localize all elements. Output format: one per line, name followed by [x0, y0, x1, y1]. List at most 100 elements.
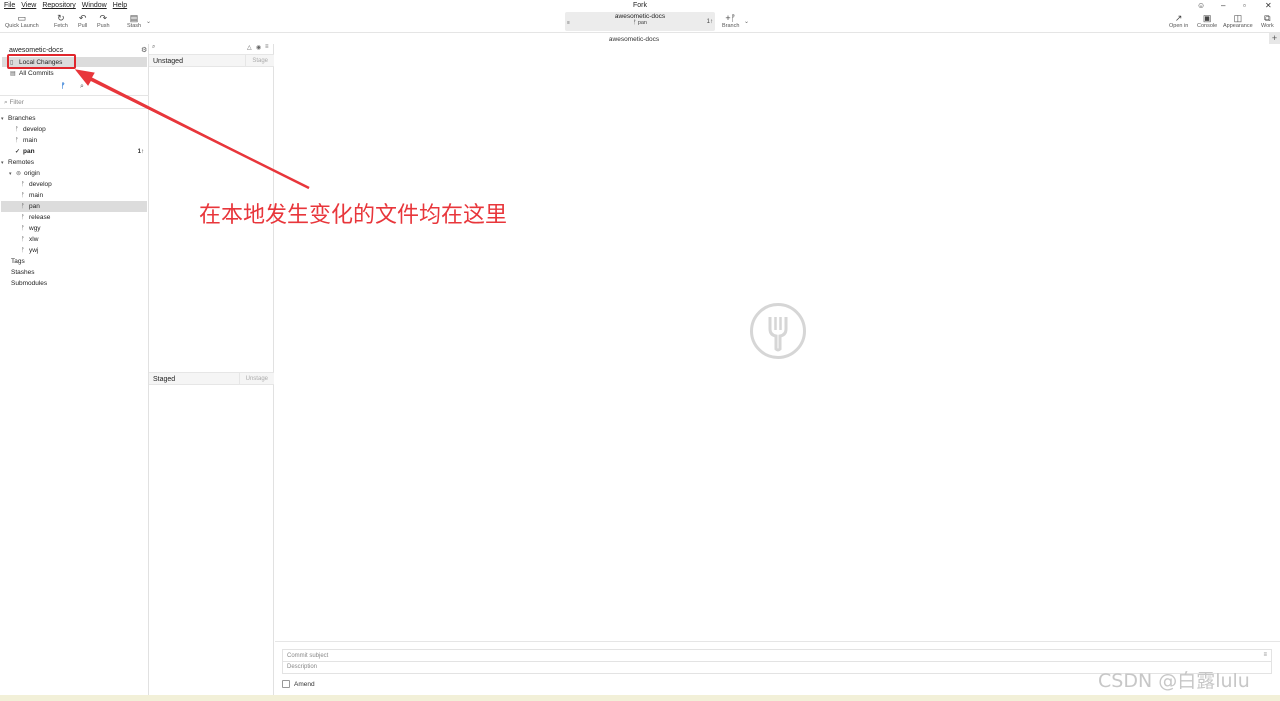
- branches-label: Branches: [8, 115, 36, 122]
- add-icon[interactable]: +: [1269, 33, 1280, 44]
- divider: [0, 95, 149, 96]
- push-icon: ↷: [99, 13, 108, 23]
- tree-remote-branch[interactable]: ᚡ pan: [1, 201, 147, 212]
- branch-icon: ᚡ: [15, 137, 19, 144]
- console-label: Console: [1197, 23, 1218, 29]
- pull-icon: ↶: [78, 13, 87, 23]
- tree-submodules-group[interactable]: Submodules: [1, 278, 147, 289]
- branch-icon: +ᚡ: [725, 13, 737, 23]
- stash-icon: ▤: [129, 13, 139, 23]
- staged-header: Staged Unstage: [149, 372, 274, 385]
- branch-icon: ᚡ: [21, 214, 25, 221]
- menu-window[interactable]: Window: [82, 2, 107, 9]
- sidebar-filter-input[interactable]: ⌕ Filter: [4, 99, 24, 107]
- work-button[interactable]: ⧉ Work: [1261, 13, 1274, 29]
- search-icon[interactable]: ⌕: [152, 44, 155, 51]
- menu-file[interactable]: File: [4, 2, 15, 9]
- remote-icon: ⊚: [16, 171, 22, 177]
- template-icon[interactable]: ≡: [1263, 652, 1267, 658]
- gear-icon[interactable]: ⚙: [141, 46, 147, 54]
- repository-selector[interactable]: ≡ awesometic-docs ᚡ pan 1↑: [565, 12, 715, 31]
- tree-branches-group[interactable]: ▾ Branches: [1, 113, 147, 124]
- unstage-button[interactable]: Unstage: [238, 373, 274, 384]
- open-in-button[interactable]: ↗ Open in: [1169, 13, 1188, 29]
- tree-remotes-group[interactable]: ▾ Remotes: [1, 157, 147, 168]
- branch-label: Branch: [722, 23, 740, 29]
- minimize-icon[interactable]: –: [1221, 1, 1225, 10]
- console-button[interactable]: ▣ Console: [1197, 13, 1217, 29]
- branch-button[interactable]: +ᚡ Branch: [722, 13, 739, 29]
- fork-logo-icon: [750, 303, 806, 359]
- toolbar: ▭ Quick Launch ↻ Fetch ↶ Pull ↷ Push ▤ S…: [0, 11, 1280, 33]
- remote-branch-name: ywj: [29, 247, 39, 254]
- checkmark-icon: ✓: [15, 149, 21, 155]
- menu-bar: File View Repository Window Help: [4, 2, 127, 9]
- ahead-badge: 1↑: [137, 148, 144, 155]
- search-tab-icon[interactable]: ⌕: [80, 83, 84, 91]
- tree-remote-branch[interactable]: ᚡ main: [1, 190, 147, 201]
- stash-dropdown-icon[interactable]: ⌄: [146, 18, 151, 25]
- commit-subject-input[interactable]: Commit subject ≡: [282, 649, 1272, 662]
- stashes-label: Stashes: [11, 269, 35, 276]
- sidebar-item-all-commits[interactable]: ▤ All Commits: [2, 68, 147, 78]
- fetch-label: Fetch: [54, 23, 68, 29]
- pull-button[interactable]: ↶ Pull: [78, 13, 87, 29]
- amend-label: Amend: [294, 680, 315, 688]
- remotes-label: Remotes: [8, 159, 35, 166]
- menu-view[interactable]: View: [21, 2, 36, 9]
- tree-remote-branch[interactable]: ᚡ develop: [1, 179, 147, 190]
- tree-branch-develop[interactable]: ᚡ develop: [1, 124, 147, 135]
- repo-list-icon: ≡: [567, 20, 570, 26]
- eye-icon[interactable]: ◉: [256, 44, 261, 51]
- remote-branch-name: release: [29, 214, 51, 221]
- tree-branch-pan[interactable]: ✓ pan 1↑: [1, 146, 147, 157]
- tree-tags-group[interactable]: Tags: [1, 256, 147, 267]
- branch-icon: ᚡ: [21, 203, 25, 210]
- menu-repository[interactable]: Repository: [42, 2, 75, 9]
- branch-name: main: [23, 137, 38, 144]
- remote-branch-name: wgy: [29, 225, 41, 232]
- branch-name: pan: [23, 148, 35, 155]
- quick-launch-button[interactable]: ▭ Quick Launch: [5, 13, 39, 29]
- divider: [0, 108, 149, 109]
- tree-branch-main[interactable]: ᚡ main: [1, 135, 147, 146]
- close-icon[interactable]: ✕: [1265, 1, 1272, 10]
- tree-remote-origin[interactable]: ▾ ⊚ origin: [1, 168, 147, 179]
- tree-remote-branch[interactable]: ᚡ xlw: [1, 234, 147, 245]
- app-title: Fork: [633, 2, 647, 9]
- menu-help[interactable]: Help: [113, 2, 127, 9]
- quick-launch-label: Quick Launch: [5, 23, 39, 29]
- tree-remote-branch[interactable]: ᚡ ywj: [1, 245, 147, 256]
- branch-icon: ᚡ: [21, 181, 25, 188]
- all-commits-label: All Commits: [19, 69, 54, 77]
- branches-tab-icon[interactable]: ᚡ: [61, 83, 65, 90]
- sort-icon[interactable]: △: [247, 44, 252, 51]
- stage-button[interactable]: Stage: [245, 55, 274, 66]
- list-view-icon[interactable]: ≡: [265, 44, 269, 50]
- description-placeholder: Description: [287, 664, 318, 670]
- checkbox-icon: [282, 680, 290, 688]
- tree-remote-branch[interactable]: ᚡ wgy: [1, 223, 147, 234]
- tags-label: Tags: [11, 258, 25, 265]
- amend-checkbox[interactable]: Amend: [282, 680, 315, 688]
- repo-name: awesometic-docs: [614, 13, 666, 20]
- restore-icon[interactable]: ▫: [1243, 1, 1246, 10]
- current-branch-label: ᚡ pan: [632, 20, 647, 26]
- account-icon[interactable]: ☺: [1197, 1, 1205, 10]
- tree-remote-branch[interactable]: ᚡ release: [1, 212, 147, 223]
- push-button[interactable]: ↷ Push: [97, 13, 110, 29]
- appearance-button[interactable]: ◫ Appearance: [1223, 13, 1253, 29]
- fetch-button[interactable]: ↻ Fetch: [54, 13, 68, 29]
- pull-label: Pull: [78, 23, 88, 29]
- stash-button[interactable]: ▤ Stash: [127, 13, 141, 29]
- branch-name: develop: [23, 126, 46, 133]
- branch-icon: ᚡ: [21, 247, 25, 254]
- branch-dropdown-icon[interactable]: ⌄: [744, 18, 749, 25]
- stash-label: Stash: [127, 23, 142, 29]
- quick-launch-icon: ▭: [17, 13, 27, 23]
- branch-icon: ᚡ: [21, 236, 25, 243]
- tree-stashes-group[interactable]: Stashes: [1, 267, 147, 278]
- chevron-down-icon: ▾: [9, 170, 12, 177]
- submodules-label: Submodules: [11, 280, 48, 287]
- fetch-icon: ↻: [57, 13, 65, 23]
